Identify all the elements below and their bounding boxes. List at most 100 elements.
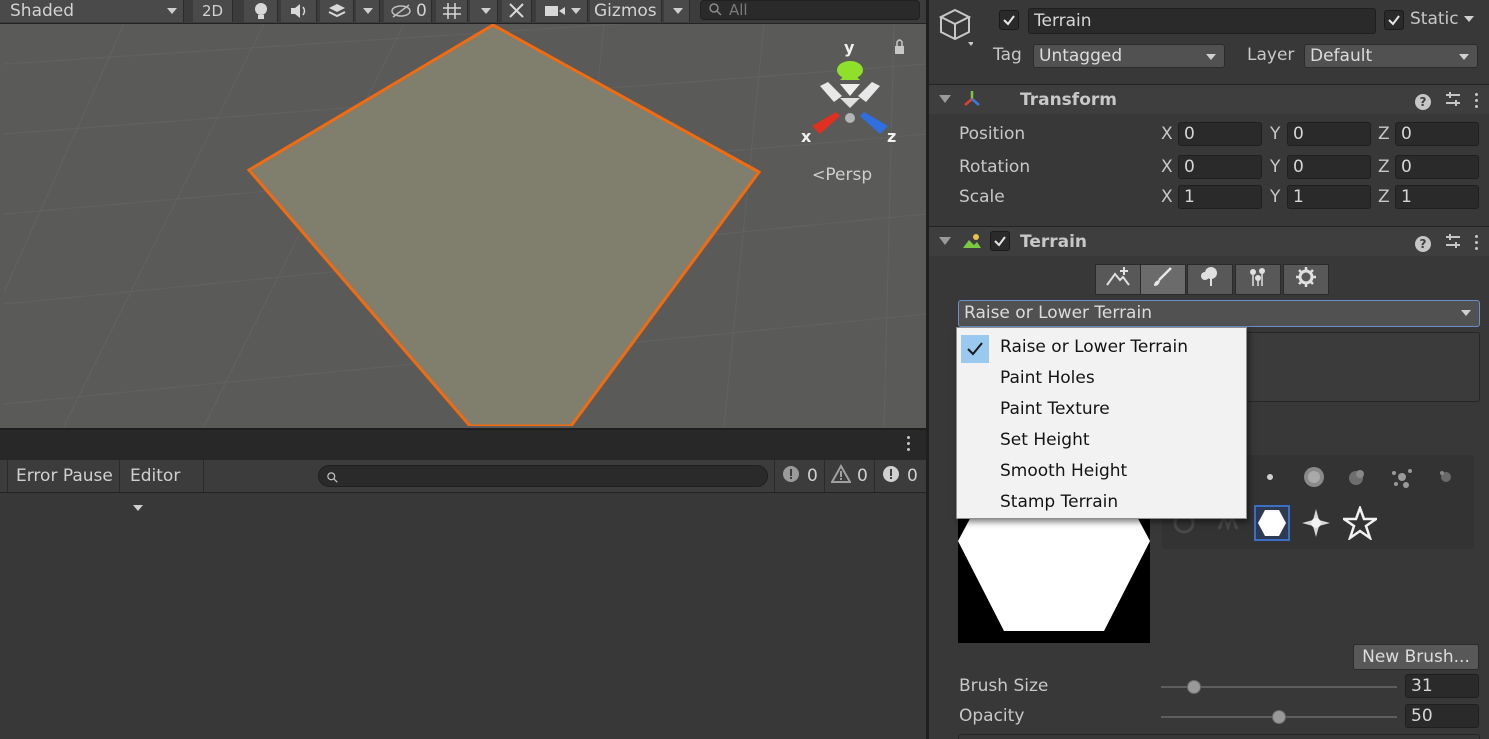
scene-search-placeholder: All: [729, 1, 748, 19]
menu-item-paint-holes[interactable]: Paint Holes: [957, 363, 1246, 394]
menu-item-raise-lower-terrain[interactable]: Raise or Lower Terrain: [957, 332, 1246, 363]
rotation-x-field[interactable]: 0: [1178, 155, 1262, 179]
position-y-field[interactable]: 0: [1287, 122, 1371, 146]
brush-hexagon[interactable]: [1254, 505, 1290, 541]
tag-dropdown[interactable]: Untagged: [1033, 44, 1225, 68]
hidden-objects-toggle[interactable]: 0: [384, 0, 432, 22]
terrain-component-header[interactable]: Terrain ?: [929, 226, 1489, 256]
brush-size-slider-handle[interactable]: [1187, 680, 1202, 694]
camera-dropdown[interactable]: [536, 0, 588, 22]
axis-z-label: Z: [1378, 124, 1390, 144]
brush-sparkle[interactable]: [1298, 505, 1334, 541]
new-brush-label: New Brush...: [1362, 647, 1470, 667]
foldout-arrow-icon[interactable]: [939, 237, 951, 245]
brush-size-input[interactable]: 31: [1405, 674, 1479, 698]
error-count-toggle[interactable]: 0: [874, 460, 926, 492]
scene-viewport[interactable]: y x z: [4, 24, 926, 426]
brush-dot-small[interactable]: [1252, 459, 1288, 495]
tools-icon: [507, 2, 527, 20]
terrain-enabled-checkbox[interactable]: [990, 231, 1010, 251]
scene-view[interactable]: Shaded 2D 0 Gizmos All y x z <Persp: [0, 0, 926, 428]
trees-icon: [1198, 266, 1222, 293]
more-options-icon[interactable]: [1475, 92, 1478, 111]
menu-item-set-height[interactable]: Set Height: [957, 425, 1246, 456]
lighting-toggle[interactable]: [244, 0, 278, 22]
more-options-icon[interactable]: [1475, 234, 1478, 253]
gear-icon: [1295, 266, 1317, 293]
paint-trees-button[interactable]: [1187, 264, 1233, 295]
effects-toggle[interactable]: [320, 0, 354, 22]
2d-toggle-button[interactable]: 2D: [193, 0, 233, 22]
scene-search-input[interactable]: All: [700, 0, 920, 20]
details-flowers-icon: [1246, 266, 1270, 293]
menu-item-label: Paint Texture: [1000, 399, 1110, 419]
paint-tool-value: Raise or Lower Terrain: [964, 303, 1152, 323]
menu-item-stamp-terrain[interactable]: Stamp Terrain: [957, 487, 1246, 518]
scale-x-field[interactable]: 1: [1178, 185, 1262, 209]
help-icon[interactable]: ?: [1415, 235, 1431, 252]
presets-icon[interactable]: [1445, 233, 1461, 254]
search-icon: [327, 469, 339, 489]
brush-splatter[interactable]: [1384, 459, 1420, 495]
shading-mode-dropdown[interactable]: Shaded: [0, 0, 184, 22]
opacity-slider-handle[interactable]: [1272, 710, 1286, 724]
editor-target-dropdown[interactable]: Editor: [124, 460, 204, 511]
object-name-input[interactable]: Terrain: [1028, 8, 1376, 34]
layer-dropdown[interactable]: Default: [1304, 44, 1478, 68]
scale-z-field[interactable]: 1: [1395, 185, 1479, 209]
warning-icon: [830, 463, 852, 489]
brush-star[interactable]: [1342, 505, 1378, 541]
help-icon[interactable]: ?: [1415, 93, 1431, 110]
rotation-z-field[interactable]: 0: [1395, 155, 1479, 179]
position-z-field[interactable]: 0: [1395, 122, 1479, 146]
foldout-arrow-icon[interactable]: [939, 95, 951, 103]
presets-icon[interactable]: [1445, 91, 1461, 112]
tag-label: Tag: [993, 45, 1022, 65]
warning-count-toggle[interactable]: 0: [824, 460, 874, 492]
rotation-y-field[interactable]: 0: [1287, 155, 1371, 179]
paintbrush-icon: [1151, 266, 1175, 293]
gizmos-dropdown[interactable]: [664, 0, 690, 22]
transform-axes-icon: [962, 89, 982, 114]
active-checkbox[interactable]: [999, 10, 1019, 30]
transform-title: Transform: [1020, 90, 1117, 110]
static-checkbox[interactable]: [1384, 10, 1404, 30]
search-icon: [709, 3, 723, 21]
persp-chevron-icon: <: [812, 165, 826, 184]
grid-dropdown[interactable]: [470, 0, 498, 22]
paint-details-button[interactable]: [1235, 264, 1281, 295]
menu-item-smooth-height[interactable]: Smooth Height: [957, 456, 1246, 487]
console-search-input[interactable]: [318, 465, 768, 487]
error-pause-button[interactable]: Error Pause: [10, 460, 120, 492]
console-more-menu[interactable]: [906, 436, 912, 454]
menu-item-paint-texture[interactable]: Paint Texture: [957, 394, 1246, 425]
menu-item-label: Stamp Terrain: [1000, 492, 1119, 512]
create-neighbor-terrain-button[interactable]: [1095, 264, 1141, 295]
axis-x-label: X: [1161, 124, 1173, 144]
gizmo-axis-x: x: [801, 127, 812, 146]
grid-icon: [442, 2, 462, 20]
console-clear-button[interactable]: [0, 460, 8, 492]
rotation-x-value: 0: [1184, 157, 1195, 177]
new-brush-button[interactable]: New Brush...: [1353, 644, 1479, 670]
log-count-toggle[interactable]: 0: [774, 460, 824, 492]
scale-y-field[interactable]: 1: [1287, 185, 1371, 209]
position-x-field[interactable]: 0: [1178, 122, 1262, 146]
tools-toggle[interactable]: [502, 0, 532, 22]
gizmos-button[interactable]: Gizmos: [590, 0, 662, 22]
chevron-down-icon: [133, 505, 143, 511]
brush-noise[interactable]: [1340, 459, 1376, 495]
paint-terrain-button[interactable]: [1140, 264, 1186, 295]
grid-toggle[interactable]: [436, 0, 468, 22]
transform-header[interactable]: Transform ?: [929, 84, 1489, 114]
projection-toggle[interactable]: <Persp: [812, 165, 872, 185]
terrain-settings-button[interactable]: [1283, 264, 1329, 295]
paint-tool-dropdown[interactable]: Raise or Lower Terrain: [958, 300, 1480, 327]
menu-item-label: Paint Holes: [1000, 368, 1095, 388]
effects-dropdown[interactable]: [356, 0, 380, 22]
audio-toggle[interactable]: [281, 0, 317, 22]
brush-soft-round[interactable]: [1296, 459, 1332, 495]
static-dropdown[interactable]: Static: [1410, 9, 1475, 29]
opacity-input[interactable]: 50: [1405, 704, 1479, 728]
brush-speckle[interactable]: [1428, 459, 1464, 495]
